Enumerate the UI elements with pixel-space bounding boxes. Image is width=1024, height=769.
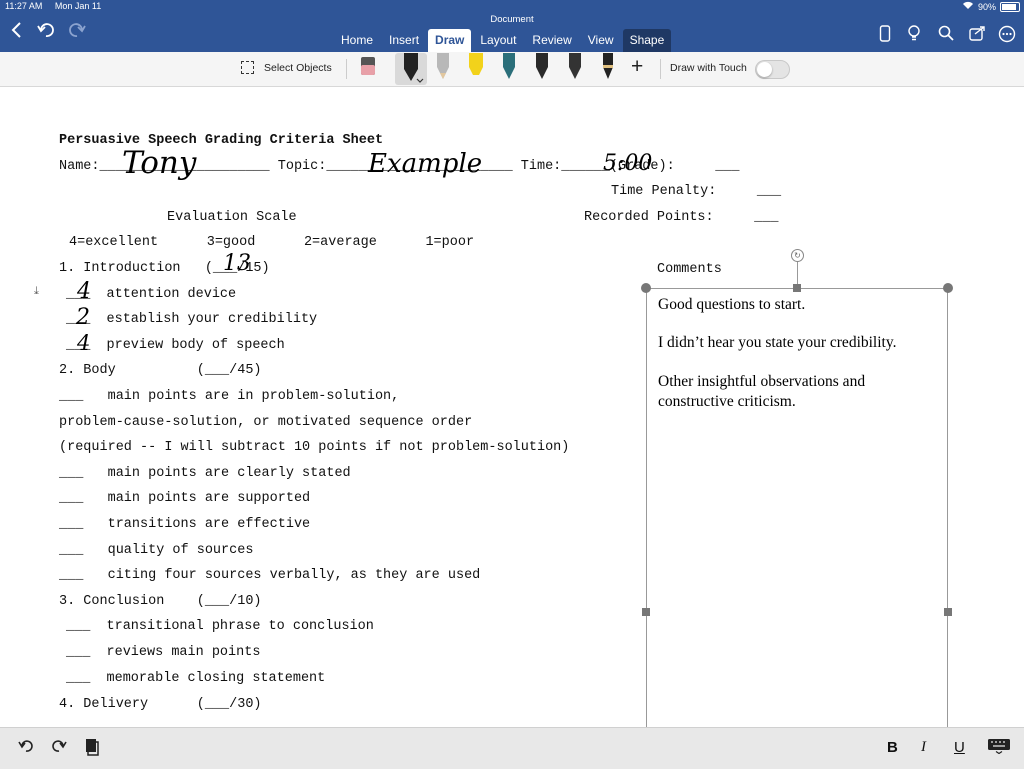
rotate-handle-icon[interactable]: ↻ [791, 249, 804, 262]
body-line: ___ citing four sources verbally, as the… [59, 568, 481, 583]
select-objects-label: Select Objects [264, 61, 332, 74]
intro-item-attention: ___ attention device [66, 287, 237, 302]
toolbar-divider [346, 59, 347, 79]
highlighter-tool[interactable] [463, 53, 489, 85]
body-line: ___ transitions are effective [59, 517, 311, 532]
resize-handle-top-left[interactable] [641, 283, 651, 293]
handwritten-credibility-score[interactable]: 2 [76, 305, 90, 330]
dark-pen-2-tool[interactable] [562, 53, 588, 85]
lightbulb-icon[interactable] [907, 25, 921, 46]
handwritten-attention-score[interactable]: 4 [77, 279, 91, 304]
bold-button[interactable]: B [887, 739, 898, 756]
intro-item-preview: ___ preview body of speech [66, 338, 285, 353]
wifi-icon [962, 1, 974, 12]
black-pen-tool[interactable] [395, 53, 427, 85]
battery-icon [1000, 1, 1020, 12]
body-line: ___ quality of sources [59, 543, 254, 558]
underline-button[interactable]: U [954, 739, 965, 756]
undo-icon[interactable] [18, 738, 34, 759]
comments-textbox[interactable] [646, 288, 948, 748]
toolbar-divider [660, 59, 661, 79]
add-pen-icon[interactable]: + [631, 55, 643, 79]
bottom-toolbar: B I U [0, 727, 1024, 769]
rotate-handle-stem [797, 259, 798, 284]
battery-percent: 90% [977, 1, 996, 12]
phone-view-icon[interactable] [879, 25, 891, 46]
delivery-heading: 4. Delivery (___/30) [59, 697, 262, 712]
redo-icon[interactable] [68, 21, 86, 45]
body-line: ___ main points are supported [59, 491, 311, 506]
search-icon[interactable] [938, 25, 954, 45]
handwritten-time[interactable]: 5:00 [603, 151, 652, 176]
body-line: (required -- I will subtract 10 points i… [59, 440, 570, 455]
lasso-select-icon [241, 61, 254, 74]
comment-text[interactable]: Other insightful observations and constr… [658, 372, 943, 412]
dark-pen-tool[interactable] [529, 53, 555, 85]
status-bar: 11:27 AM Mon Jan 11 90% [0, 0, 1024, 14]
handwritten-name[interactable]: Tony [122, 145, 196, 181]
comments-label: Comments [657, 262, 722, 277]
handwritten-intro-score[interactable]: 13 [223, 251, 251, 276]
tab-shape[interactable]: Shape [622, 29, 672, 52]
more-icon[interactable] [998, 25, 1016, 47]
conclusion-item: ___ reviews main points [66, 645, 261, 660]
tab-view[interactable]: View [581, 29, 621, 52]
time-penalty-line: Time Penalty: ___ [611, 184, 782, 199]
document-heading: Persuasive Speech Grading Criteria Sheet [59, 133, 384, 148]
status-time: 11:27 AM [5, 1, 43, 11]
toggle-knob [757, 62, 772, 77]
conclusion-item: ___ memorable closing statement [66, 671, 326, 686]
keyboard-icon[interactable] [987, 738, 1011, 759]
conclusion-heading: 3. Conclusion (___/10) [59, 594, 262, 609]
document-title: Document [490, 14, 534, 25]
pencil-tool[interactable] [430, 53, 456, 85]
body-line: problem-cause-solution, or motivated seq… [59, 415, 473, 430]
brush-tool[interactable] [595, 53, 621, 85]
undo-icon[interactable] [37, 21, 55, 45]
resize-handle-right[interactable] [944, 608, 952, 616]
handwritten-preview-score[interactable]: 4 [77, 331, 90, 355]
body-line: ___ main points are clearly stated [59, 466, 351, 481]
share-icon[interactable] [969, 25, 986, 45]
back-icon[interactable] [10, 21, 22, 45]
recorded-points-line: Recorded Points: ___ [584, 210, 779, 225]
ribbon-tabs: Home Insert Draw Layout Review View Shap… [334, 29, 673, 52]
tab-insert[interactable]: Insert [382, 29, 426, 52]
evaluation-scale-heading: Evaluation Scale [167, 210, 297, 225]
tab-draw[interactable]: Draw [428, 29, 472, 52]
scale-legend: 4=excellent 3=good 2=average 1=poor [69, 235, 475, 250]
body-line: ___ main points are in problem-solution, [59, 389, 400, 404]
teal-pen-tool[interactable] [496, 53, 522, 85]
italic-button[interactable]: I [921, 739, 926, 756]
clipboard-icon[interactable] [85, 738, 101, 761]
body-heading: 2. Body (___/45) [59, 363, 262, 378]
status-date: Mon Jan 11 [54, 1, 102, 11]
paragraph-anchor-icon: ⤓ [34, 285, 39, 297]
resize-handle-top[interactable] [793, 284, 801, 292]
conclusion-item: ___ transitional phrase to conclusion [66, 619, 374, 634]
resize-handle-left[interactable] [642, 608, 650, 616]
comment-text[interactable]: Good questions to start. [658, 295, 943, 315]
select-objects-button[interactable]: Select Objects [241, 61, 332, 74]
ribbon: Document Home Insert Draw Layout Review … [0, 14, 1024, 52]
draw-with-touch-label: Draw with Touch [670, 62, 747, 74]
draw-toolbar: Select Objects + Draw with Touch [0, 52, 1024, 87]
tab-layout[interactable]: Layout [473, 29, 523, 52]
tab-review[interactable]: Review [525, 29, 578, 52]
intro-item-credibility: ___ establish your credibility [66, 312, 318, 327]
eraser-tool[interactable] [355, 53, 381, 85]
draw-with-touch-toggle[interactable] [755, 60, 790, 79]
handwritten-topic[interactable]: Example [368, 149, 482, 179]
redo-icon[interactable] [51, 738, 67, 759]
tab-home[interactable]: Home [334, 29, 380, 52]
comment-text[interactable]: I didn’t hear you state your credibility… [658, 333, 943, 353]
resize-handle-top-right[interactable] [943, 283, 953, 293]
